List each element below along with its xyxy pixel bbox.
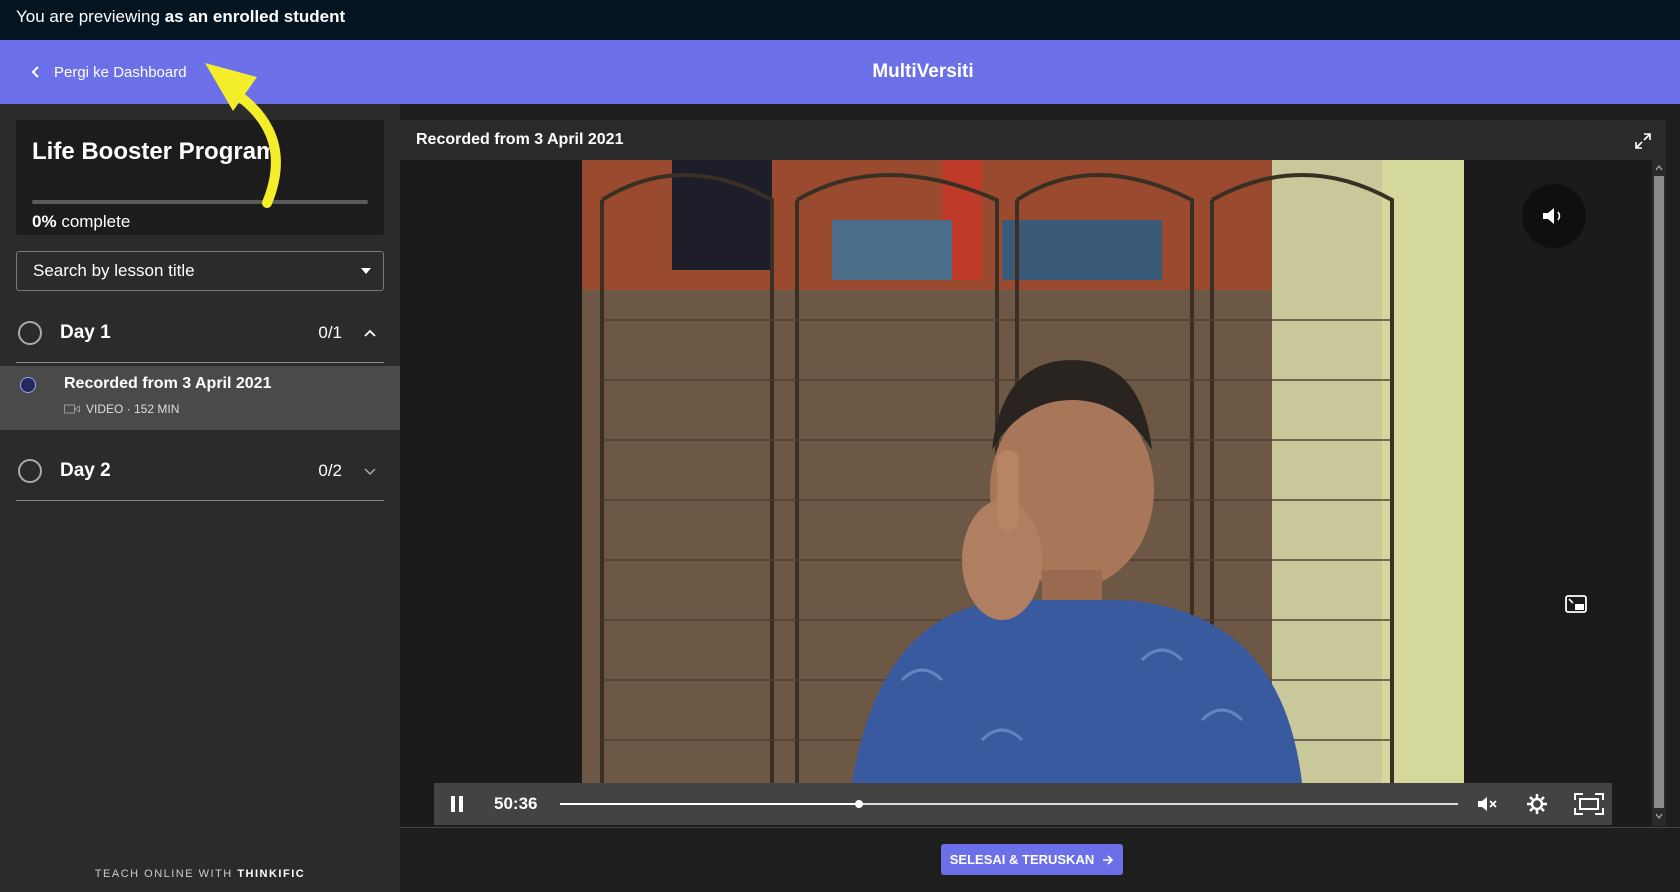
speaker-icon <box>1543 208 1561 224</box>
caret-down-icon <box>361 268 371 274</box>
footer-brand: THINKIFIC <box>237 868 306 880</box>
content-scrollbar[interactable] <box>1652 160 1666 826</box>
picture-in-picture-icon <box>1565 595 1587 613</box>
chevron-down-icon <box>364 467 376 475</box>
chapter-status-circle <box>18 320 42 345</box>
complete-and-continue-button[interactable]: SELESAI & TERUSKAN <box>941 844 1123 875</box>
chapter-day-2[interactable]: Day 2 0/2 <box>16 441 384 501</box>
course-sidebar: Life Booster Program 0% complete Search … <box>0 104 400 892</box>
chapter-count: 0/2 <box>318 460 342 480</box>
progress-percent: 0% <box>32 212 57 231</box>
lesson-title: Recorded from 3 April 2021 <box>64 375 272 392</box>
seek-bar[interactable] <box>560 800 1458 808</box>
video-frame <box>582 160 1464 783</box>
lesson-search-select[interactable]: Search by lesson title <box>16 251 384 291</box>
lesson-item-active[interactable]: Recorded from 3 April 2021 VIDEO · 152 M… <box>0 366 400 430</box>
chapter-title: Day 1 <box>60 321 111 343</box>
settings-gear-icon[interactable] <box>1526 793 1548 815</box>
seek-played <box>560 803 860 805</box>
seek-thumb[interactable] <box>855 800 864 808</box>
current-time: 50:36 <box>494 794 538 813</box>
picture-in-picture-button[interactable] <box>1558 587 1594 623</box>
annotation-arrow-icon <box>205 63 281 208</box>
pause-icon[interactable] <box>446 793 468 815</box>
lesson-footer: SELESAI & TERUSKAN <box>400 827 1680 892</box>
arrow-right-icon <box>1103 854 1114 865</box>
lesson-meta-text: VIDEO · 152 MIN <box>86 402 180 416</box>
thinkific-footer-link[interactable]: TEACH ONLINE WITH THINKIFIC <box>0 868 400 880</box>
lesson-status-dot <box>20 377 36 393</box>
chapter-status-circle <box>18 458 42 483</box>
progress-suffix: complete <box>61 212 131 231</box>
scroll-up-arrow-icon[interactable] <box>1655 164 1663 172</box>
video-controls: 50:36 <box>434 783 1612 825</box>
content-header: Recorded from 3 April 2021 <box>400 120 1666 160</box>
search-placeholder: Search by lesson title <box>33 261 195 280</box>
chapter-title: Day 2 <box>60 459 111 481</box>
video-frame-image <box>582 160 1464 783</box>
preview-text: You are previewing <box>16 7 160 26</box>
lesson-content: Recorded from 3 April 2021 50:36 SELESAI… <box>400 104 1680 892</box>
mute-icon[interactable] <box>1476 793 1498 815</box>
preview-banner: You are previewing as an enrolled studen… <box>0 0 1680 40</box>
volume-indicator[interactable] <box>1522 184 1586 248</box>
scroll-thumb[interactable] <box>1654 176 1664 808</box>
chevron-up-icon <box>364 329 376 337</box>
chapter-day-1[interactable]: Day 1 0/1 <box>16 303 384 363</box>
video-camera-icon <box>64 404 80 414</box>
footer-prefix: TEACH ONLINE WITH <box>94 868 233 880</box>
expand-icon[interactable] <box>1634 132 1652 150</box>
complete-label: SELESAI & TERUSKAN <box>949 852 1095 867</box>
fullscreen-icon[interactable] <box>1574 793 1604 815</box>
progress-text: 0% complete <box>32 212 130 232</box>
lesson-meta: VIDEO · 152 MIN <box>64 402 179 416</box>
chapter-count: 0/1 <box>318 322 342 342</box>
video-player[interactable]: 50:36 <box>400 160 1666 826</box>
scroll-down-arrow-icon[interactable] <box>1655 812 1663 820</box>
preview-role: as an enrolled student <box>164 7 346 26</box>
content-title: Recorded from 3 April 2021 <box>416 131 624 148</box>
